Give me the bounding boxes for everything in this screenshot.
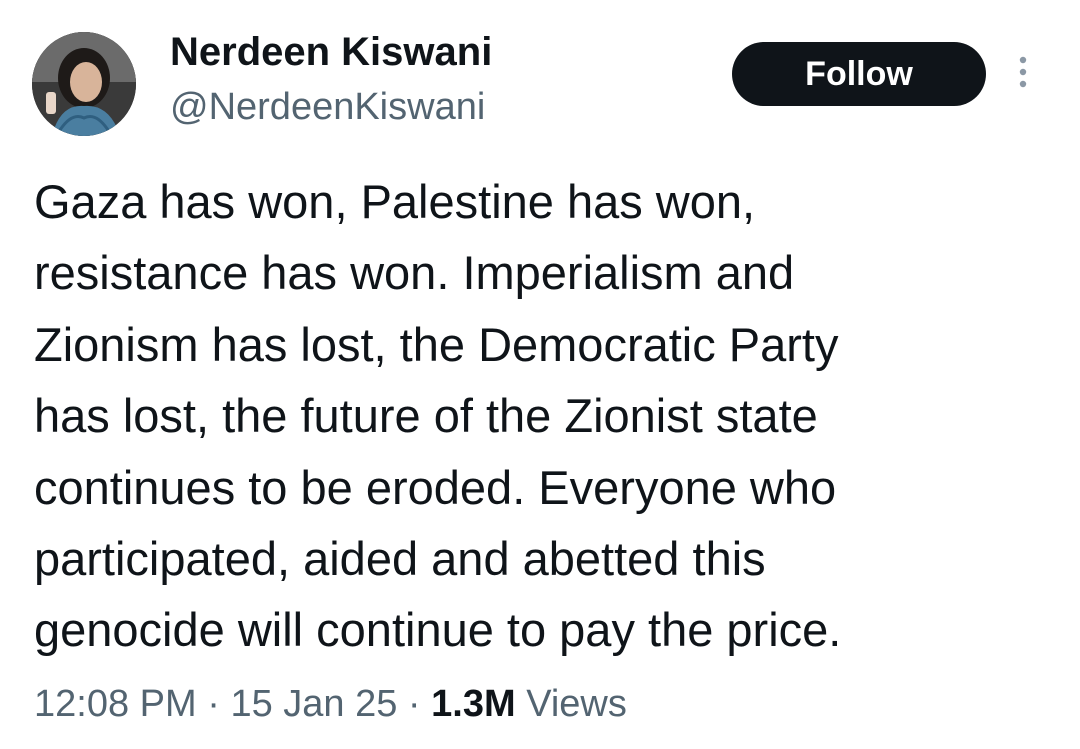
tweet-text-line: continues to be eroded. Everyone who: [34, 460, 837, 514]
tweet-text-line: genocide will continue to pay the price.: [34, 603, 842, 657]
tweet-meta: 12:08 PM · 15 Jan 25 · 1.3M Views: [34, 680, 627, 728]
tweet-text-line: resistance has won. Imperialism and: [34, 246, 795, 300]
tweet-text-line: Zionism has lost, the Democratic Party: [34, 317, 839, 371]
profile-photo-icon: [32, 32, 136, 136]
username-handle[interactable]: @NerdeenKiswani: [170, 84, 485, 130]
tweet-date[interactable]: 15 Jan 25: [230, 683, 397, 725]
tweet-text-line: participated, aided and abetted this: [34, 532, 766, 586]
views-count[interactable]: 1.3M: [431, 683, 515, 725]
display-name[interactable]: Nerdeen Kiswani: [170, 28, 492, 76]
tweet-time[interactable]: 12:08 PM: [34, 683, 197, 725]
tweet-text-line: Gaza has won, Palestine has won,: [34, 175, 756, 228]
tweet-text-line: has lost, the future of the Zionist stat…: [34, 389, 818, 443]
follow-button[interactable]: Follow: [732, 42, 986, 106]
tweet-card: Nerdeen Kiswani @NerdeenKiswani Follow G…: [0, 0, 1080, 749]
separator-dot: ·: [407, 683, 421, 725]
views-label[interactable]: Views: [526, 683, 627, 725]
avatar[interactable]: [32, 32, 136, 136]
more-vertical-icon[interactable]: [1008, 54, 1038, 94]
tweet-text: Gaza has won, Palestine has won, resista…: [34, 166, 1054, 666]
separator-dot: ·: [207, 683, 220, 725]
